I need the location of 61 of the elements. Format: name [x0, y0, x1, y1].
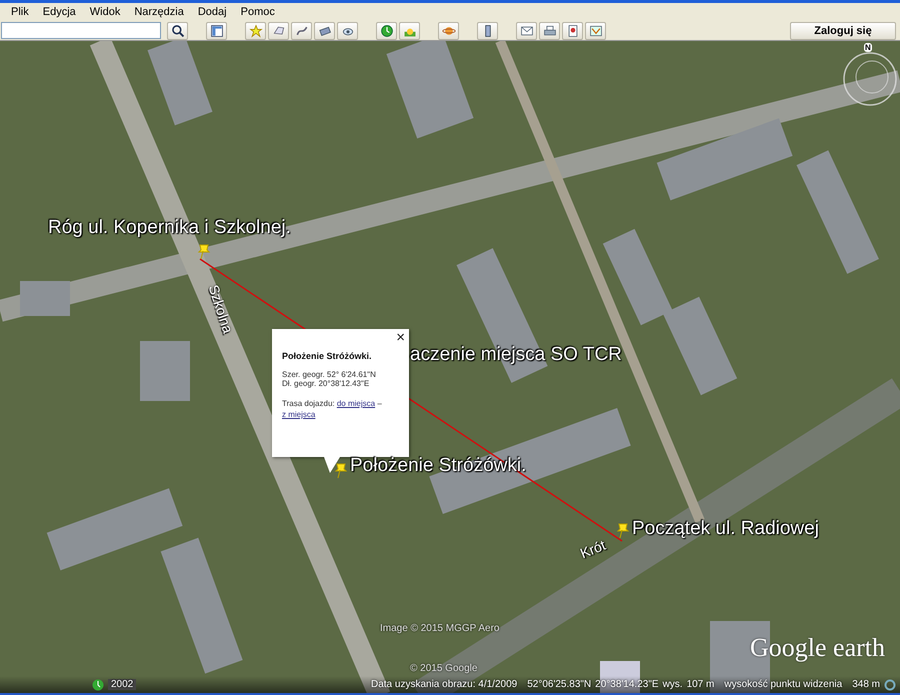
ruler-button[interactable] — [477, 22, 498, 40]
longitude-text: Dł. geogr. 20°38'12.43"E — [282, 379, 370, 388]
map-icon — [588, 24, 602, 38]
north-label: N — [864, 43, 872, 52]
clock-button[interactable] — [376, 22, 397, 40]
pushpin-icon[interactable] — [334, 461, 348, 479]
placemark-label[interactable]: Początek ul. Radiowej — [632, 518, 819, 540]
compass-ring-icon[interactable] — [842, 51, 898, 107]
map-pin-button[interactable] — [562, 22, 583, 40]
menu-item[interactable]: Edycja — [36, 3, 83, 21]
eye-altitude-label: wysokość punktu widzenia — [724, 679, 842, 690]
placemark-label[interactable]: Róg ul. Kopernika i Szkolnej. — [48, 217, 291, 239]
elevation-label: wys. — [662, 679, 683, 690]
menu-item[interactable]: Plik — [4, 3, 36, 21]
sign-in-button[interactable]: Zaloguj się — [790, 22, 896, 40]
route-text: Trasa dojazdu: do miejsca – z miejsca — [282, 398, 383, 420]
street-label: Szkolna — [206, 282, 236, 336]
clock-icon — [380, 24, 394, 38]
elevation-value: 107 m — [686, 679, 714, 690]
latitude-text: Szer. geogr. 52° 6'24.61"N — [282, 370, 377, 379]
street-label: Krót — [578, 536, 608, 562]
pushpin-icon[interactable] — [616, 521, 630, 539]
tour-button[interactable] — [337, 22, 358, 40]
latitude-readout: 52°06'25.83"N — [527, 679, 592, 690]
printer-button[interactable] — [539, 22, 560, 40]
streaming-status-icon — [884, 678, 896, 690]
attribution-text: Image © 2015 MGGP Aero — [380, 623, 500, 634]
path-button[interactable] — [291, 22, 312, 40]
close-button[interactable]: × — [396, 330, 405, 346]
printer-icon — [542, 24, 556, 38]
email-button[interactable] — [516, 22, 537, 40]
menu-item[interactable]: Pomoc — [234, 3, 282, 21]
pushpin-icon[interactable] — [197, 242, 211, 260]
menu-item[interactable]: Narzędzia — [127, 3, 191, 21]
map-button[interactable] — [585, 22, 606, 40]
polygon-button[interactable] — [268, 22, 289, 40]
image-overlay-button[interactable] — [314, 22, 335, 40]
menu-item[interactable]: Dodaj — [190, 3, 234, 21]
logo-text: Google earth — [750, 633, 886, 663]
imagery-date: Data uzyskania obrazu: 4/1/2009 — [370, 679, 518, 690]
email-icon — [520, 24, 534, 38]
eye-altitude-value: 348 m — [852, 679, 880, 690]
search-button[interactable] — [167, 22, 188, 40]
search-field[interactable] — [1, 22, 161, 39]
timeline-year[interactable]: 2002 — [108, 679, 136, 690]
placemark-button[interactable] — [245, 22, 266, 40]
map-pin-icon — [566, 24, 580, 38]
sidebar-icon — [210, 24, 224, 38]
attribution-text: © 2015 Google — [410, 663, 478, 674]
search-icon — [170, 24, 184, 38]
clock-icon[interactable] — [92, 678, 104, 690]
menu-item[interactable]: Widok — [82, 3, 128, 21]
popup-title: Położenie Stróżówki. — [282, 351, 373, 361]
sun-button[interactable] — [399, 22, 420, 40]
image-overlay-icon — [318, 24, 332, 38]
planet-button[interactable] — [438, 22, 459, 40]
route-link[interactable]: do miejsca — [336, 399, 376, 408]
placemark-icon — [248, 24, 262, 38]
sidebar-button[interactable] — [206, 22, 227, 40]
route-link[interactable]: z miejsca — [282, 410, 316, 419]
polygon-icon — [272, 24, 286, 38]
